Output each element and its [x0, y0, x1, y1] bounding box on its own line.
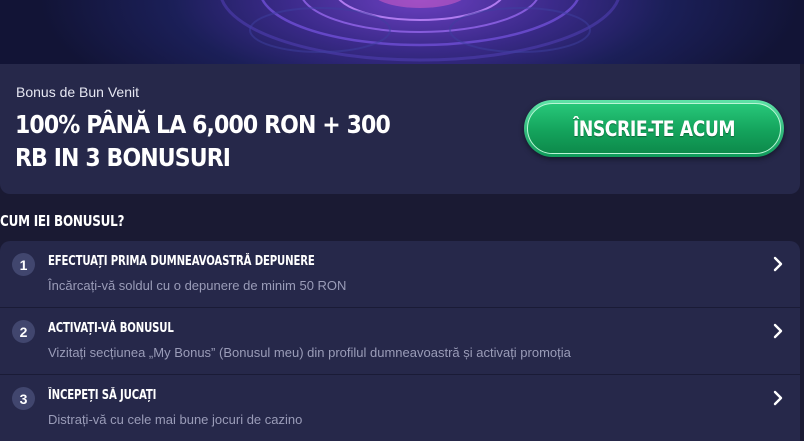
step-title: EFECTUAȚI PRIMA DUMNEAVOASTRĂ DEPUNERE [48, 254, 315, 269]
chevron-right-icon[interactable] [770, 255, 786, 273]
steps-list: 1 EFECTUAȚI PRIMA DUMNEAVOASTRĂ DEPUNERE… [0, 241, 800, 441]
step-title: ACTIVAȚI-VĂ BONUSUL [48, 321, 174, 336]
step-description: Distrați-vă cu cele mai bune jocuri de c… [48, 412, 303, 427]
step-item-3[interactable]: 3 ÎNCEPEȚI SĂ JUCAȚI Distrați-vă cu cele… [0, 374, 800, 440]
hero-banner [0, 0, 804, 64]
step-number-badge: 1 [12, 253, 35, 276]
signup-button-label[interactable]: ÎNSCRIE-TE ACUM [573, 117, 736, 141]
step-number-badge: 3 [12, 387, 35, 410]
chevron-right-icon[interactable] [770, 322, 786, 340]
step-title: ÎNCEPEȚI SĂ JUCAȚI [48, 388, 157, 403]
bonus-subtitle: Bonus de Bun Venit [16, 84, 139, 100]
step-item-2[interactable]: 2 ACTIVAȚI-VĂ BONUSUL Vizitați secțiunea… [0, 307, 800, 373]
step-description: Vizitați secțiunea „My Bonus” (Bonusul m… [48, 345, 571, 360]
step-description: Încărcați-vă soldul cu o depunere de min… [48, 278, 347, 293]
welcome-bonus-card: Bonus de Bun Venit 100% PÂNĂ LA 6,000 RO… [0, 64, 800, 194]
signup-button[interactable]: ÎNSCRIE-TE ACUM [524, 100, 784, 157]
bonus-title: 100% PÂNĂ LA 6,000 RON + 300 RB IN 3 BON… [15, 110, 391, 172]
signup-button-face[interactable]: ÎNSCRIE-TE ACUM [527, 103, 781, 154]
step-number-badge: 2 [12, 320, 35, 343]
step-item-1[interactable]: 1 EFECTUAȚI PRIMA DUMNEAVOASTRĂ DEPUNERE… [0, 241, 800, 307]
chevron-right-icon[interactable] [770, 389, 786, 407]
how-to-heading: CUM IEI BONUSUL? [0, 212, 125, 230]
galaxy-swirl-image [220, 0, 620, 62]
